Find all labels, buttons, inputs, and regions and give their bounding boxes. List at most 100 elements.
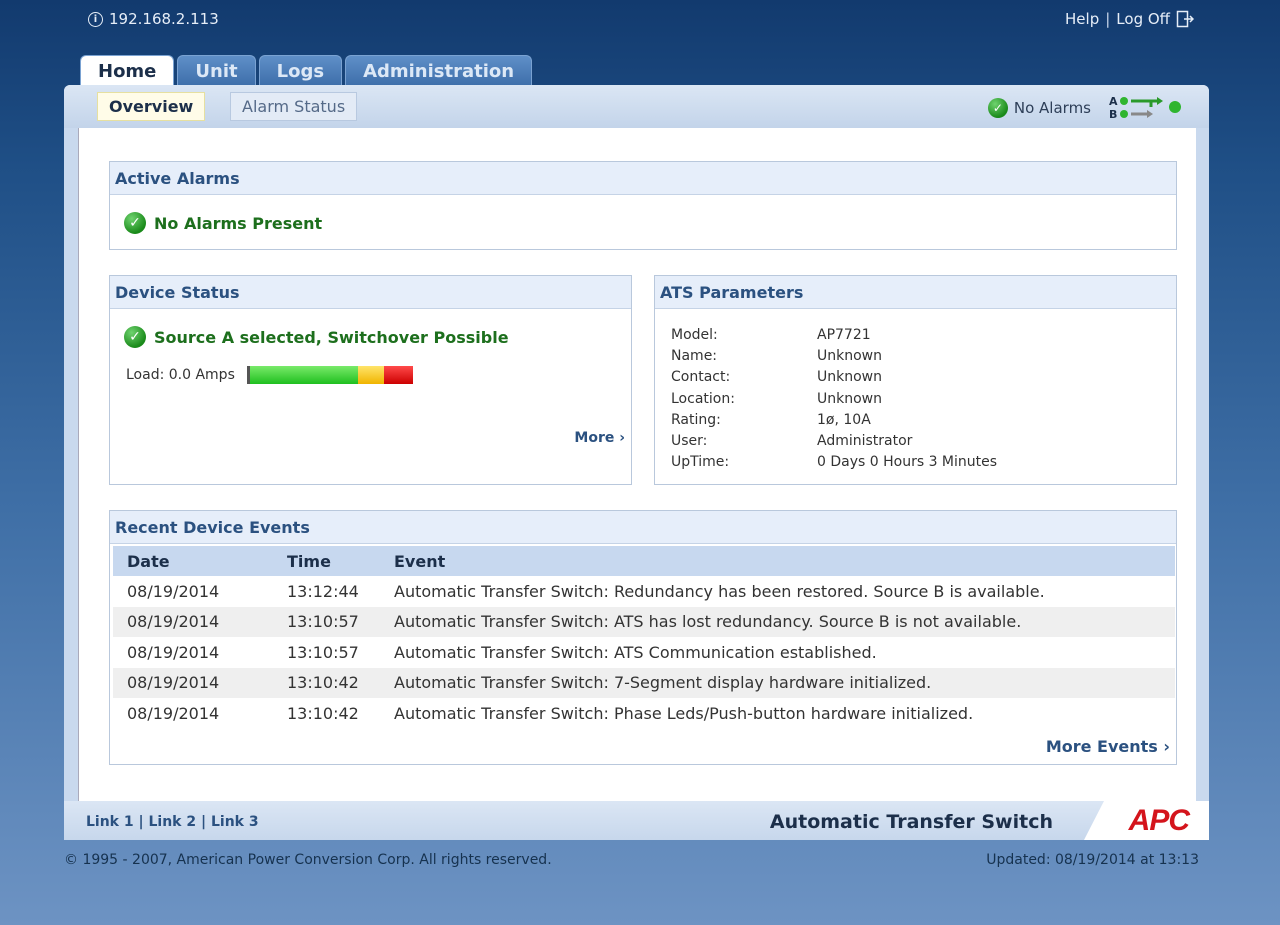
info-icon: i	[88, 11, 103, 27]
footer-link-2[interactable]: Link 2	[149, 814, 197, 830]
device-more-link[interactable]: More ›	[574, 430, 625, 446]
logoff-icon[interactable]	[1176, 10, 1194, 28]
check-icon: ✓	[987, 98, 1008, 118]
param-key: Location:	[671, 390, 735, 407]
param-row: User: Administrator	[671, 430, 997, 451]
tab-home[interactable]: Home	[80, 55, 175, 87]
table-row: 08/19/2014 13:10:42 Automatic Transfer Swi…	[113, 698, 1175, 729]
apc-logo-text: APC	[1128, 803, 1190, 837]
load-bar-yellow	[357, 366, 385, 384]
subtab-alarm-status[interactable]: Alarm Status	[230, 92, 358, 121]
param-key: UpTime:	[671, 454, 730, 471]
apc-logo: APC	[1084, 801, 1209, 840]
ats-source-icon: A B	[1109, 95, 1181, 121]
param-value: 1ø, 10A	[817, 411, 871, 428]
active-alarms-box: Active Alarms ✓ No Alarms Present	[109, 161, 1177, 250]
load-label: Load: 0.0 Amps	[126, 367, 235, 383]
tab-administration[interactable]: Administration	[345, 55, 533, 86]
sub-navigation: Overview Alarm Status ✓ No Alarms A B	[64, 85, 1209, 128]
main-panel: Overview Alarm Status ✓ No Alarms A B Ac…	[64, 85, 1209, 840]
load-bar-red	[384, 366, 413, 384]
param-value: 0 Days 0 Hours 3 Minutes	[817, 454, 998, 471]
table-row: 08/19/2014 13:10:57 Automatic Transfer Swi…	[113, 606, 1175, 637]
column-header-date: Date	[113, 546, 283, 576]
alarm-state-label: No Alarms	[1013, 99, 1091, 117]
table-row: 08/19/2014 13:12:44 Automatic Transfer Swi…	[113, 576, 1175, 607]
device-status-message: ✓ Source A selected, Switchover Possible	[124, 326, 509, 348]
param-key: Name:	[671, 347, 718, 364]
param-key: Contact:	[671, 369, 731, 386]
param-row: Model: AP7721	[671, 324, 997, 345]
event-text: Automatic Transfer Switch: ATS Communica…	[394, 642, 877, 662]
param-value: Unknown	[817, 369, 882, 386]
source-a-letter: A	[1109, 95, 1118, 108]
footer-link-3[interactable]: Link 3	[211, 814, 259, 830]
footer-link-separator: |	[201, 814, 207, 830]
param-key: User:	[671, 433, 708, 450]
param-key: Model:	[671, 326, 718, 343]
load-bar	[246, 366, 413, 384]
content-area: Active Alarms ✓ No Alarms Present Device…	[78, 128, 1196, 801]
load-bar-green	[249, 366, 358, 384]
check-icon: ✓	[124, 212, 146, 234]
event-text: Automatic Transfer Switch: Redundancy ha…	[394, 581, 1045, 601]
event-time: 13:10:57	[287, 642, 359, 662]
top-links: Help | Log Off	[1065, 10, 1194, 28]
updated-timestamp: Updated: 08/19/2014 at 13:13	[986, 852, 1199, 868]
column-header-event: Event	[390, 546, 1175, 576]
main-tabs: Home Unit Logs Administration	[80, 55, 533, 87]
no-alarms-text: No Alarms Present	[154, 213, 323, 233]
footer-link-1[interactable]: Link 1	[86, 814, 134, 830]
alarm-state-indicator[interactable]: ✓ No Alarms	[987, 98, 1091, 118]
load-row: Load: 0.0 Amps	[126, 366, 413, 384]
help-link[interactable]: Help	[1065, 10, 1099, 28]
footer-bar: Link 1 | Link 2 | Link 3 Automatic Trans…	[64, 801, 1209, 840]
more-events-link[interactable]: More Events ›	[1046, 737, 1170, 756]
check-icon: ✓	[124, 326, 146, 348]
event-text: Automatic Transfer Switch: Phase Leds/Pu…	[394, 703, 974, 723]
param-value: Unknown	[817, 347, 882, 364]
recent-events-box: Recent Device Events Date Time Event 08/…	[109, 510, 1177, 765]
active-alarms-title: Active Alarms	[110, 162, 1176, 195]
param-row: Location: Unknown	[671, 388, 997, 409]
param-row: Rating: 1ø, 10A	[671, 409, 997, 430]
device-status-text: Source A selected, Switchover Possible	[154, 327, 509, 347]
param-key: Rating:	[671, 411, 721, 428]
copyright: © 1995 - 2007, American Power Conversion…	[64, 852, 552, 868]
recent-events-title: Recent Device Events	[110, 511, 1176, 544]
event-date: 08/19/2014	[127, 581, 220, 601]
event-date: 08/19/2014	[127, 703, 220, 723]
event-time: 13:10:42	[287, 703, 359, 723]
source-b-letter: B	[1109, 108, 1117, 121]
logoff-link[interactable]: Log Off	[1116, 10, 1170, 28]
event-date: 08/19/2014	[113, 667, 283, 698]
device-status-box: Device Status ✓ Source A selected, Switc…	[109, 275, 632, 485]
event-date: 08/19/2014	[113, 606, 283, 637]
column-header-time: Time	[283, 546, 390, 576]
device-ip: i 192.168.2.113	[88, 10, 219, 28]
link-separator: |	[1105, 10, 1111, 28]
device-status-title: Device Status	[110, 276, 631, 309]
events-table: Date Time Event 08/19/2014 13:12:44 Automa…	[113, 546, 1175, 729]
param-row: UpTime: 0 Days 0 Hours 3 Minutes	[671, 452, 997, 473]
ats-parameters-title: ATS Parameters	[655, 276, 1176, 309]
footer-links: Link 1 | Link 2 | Link 3	[86, 814, 259, 830]
param-value: AP7721	[817, 326, 871, 343]
ip-address: 192.168.2.113	[109, 10, 219, 28]
event-time: 13:10:57	[283, 606, 390, 637]
product-name: Automatic Transfer Switch	[769, 811, 1053, 833]
table-row: 08/19/2014 13:10:57 Automatic Transfer Swi…	[113, 637, 1175, 668]
param-value: Administrator	[817, 433, 913, 450]
ats-parameters-table: Model: AP7721 Name: Unknown Contact: Unknow…	[671, 324, 997, 473]
event-text: Automatic Transfer Switch: 7-Segment dis…	[390, 667, 1175, 698]
event-date: 08/19/2014	[127, 642, 220, 662]
tab-logs[interactable]: Logs	[258, 55, 343, 86]
tab-unit[interactable]: Unit	[177, 55, 256, 86]
param-row: Contact: Unknown	[671, 367, 997, 388]
footer-link-separator: |	[138, 814, 144, 830]
subtab-overview[interactable]: Overview	[97, 92, 206, 121]
param-value: Unknown	[817, 390, 882, 407]
events-header-row: Date Time Event	[113, 546, 1175, 576]
no-alarms-message: ✓ No Alarms Present	[124, 212, 322, 234]
table-row: 08/19/2014 13:10:42 Automatic Transfer Swi…	[113, 667, 1175, 698]
